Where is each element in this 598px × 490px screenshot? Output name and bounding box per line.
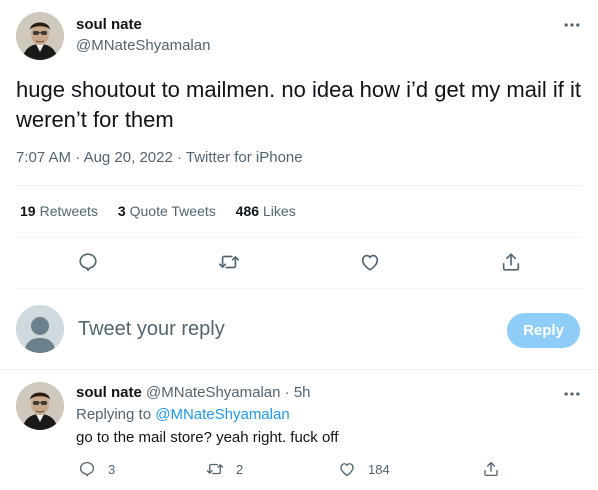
likes-label: Likes: [263, 203, 296, 219]
share-icon: [482, 460, 500, 478]
meta-separator: ·: [75, 149, 81, 166]
author-name[interactable]: soul nate: [76, 16, 142, 33]
likes-stat[interactable]: 486 Likes: [236, 203, 296, 219]
retweets-stat[interactable]: 19 Retweets: [20, 203, 98, 219]
reply-button[interactable]: Reply: [507, 313, 580, 348]
tweet-source[interactable]: Twitter for iPhone: [186, 149, 303, 166]
share-icon[interactable]: [500, 251, 522, 273]
reply-retweet-action[interactable]: 2: [206, 460, 243, 478]
retweets-count: 19: [20, 203, 36, 219]
quotes-label: Quote Tweets: [129, 203, 216, 219]
reply-like-count: 184: [368, 461, 390, 477]
user-avatar-placeholder: [16, 305, 64, 353]
retweet-icon: [206, 460, 224, 478]
replying-prefix: Replying to: [76, 406, 152, 423]
heart-icon: [338, 460, 356, 478]
engagement-stats: 19 Retweets 3 Quote Tweets 486 Likes: [20, 203, 312, 219]
reply-like-action[interactable]: 184: [338, 460, 390, 478]
tweet-date[interactable]: Aug 20, 2022: [84, 149, 173, 166]
meta-separator: ·: [280, 384, 294, 401]
divider: [16, 288, 582, 289]
reply-header: soul nate @MNateShyamalan · 5h: [76, 384, 311, 401]
divider: [16, 185, 582, 186]
divider: [0, 369, 598, 370]
replying-to: Replying to @MNateShyamalan: [76, 406, 290, 423]
reply-icon: [78, 460, 96, 478]
meta-separator: ·: [176, 149, 182, 166]
author-avatar[interactable]: [16, 12, 64, 60]
more-options-icon[interactable]: [562, 15, 582, 35]
reply-reply-action[interactable]: 3: [78, 460, 115, 478]
reply-author-avatar[interactable]: [16, 382, 64, 430]
reply-text: go to the mail store? yeah right. fuck o…: [76, 429, 339, 446]
replying-to-handle[interactable]: @MNateShyamalan: [155, 406, 289, 423]
quotes-stat[interactable]: 3 Quote Tweets: [118, 203, 216, 219]
tweet-meta: 7:07 AM · Aug 20, 2022 · Twitter for iPh…: [16, 149, 303, 166]
reply-author-handle[interactable]: @MNateShyamalan: [146, 384, 280, 401]
retweets-label: Retweets: [39, 203, 98, 219]
like-icon[interactable]: [359, 251, 381, 273]
reply-more-options-icon[interactable]: [562, 384, 582, 404]
reply-input[interactable]: Tweet your reply: [78, 318, 225, 341]
reply-share-action[interactable]: [482, 460, 512, 478]
quotes-count: 3: [117, 203, 126, 219]
tweet-time[interactable]: 7:07 AM: [16, 149, 71, 166]
tweet-text: huge shoutout to mailmen. no idea how i’…: [16, 77, 581, 132]
reply-author-name[interactable]: soul nate: [76, 384, 142, 401]
reply-retweet-count: 2: [236, 461, 244, 477]
reply-icon[interactable]: [77, 251, 99, 273]
likes-count: 486: [235, 203, 260, 219]
reply-age[interactable]: 5h: [294, 384, 311, 401]
divider: [16, 237, 582, 238]
reply-reply-count: 3: [108, 461, 116, 477]
author-handle[interactable]: @MNateShyamalan: [76, 37, 210, 54]
retweet-icon[interactable]: [218, 251, 240, 273]
